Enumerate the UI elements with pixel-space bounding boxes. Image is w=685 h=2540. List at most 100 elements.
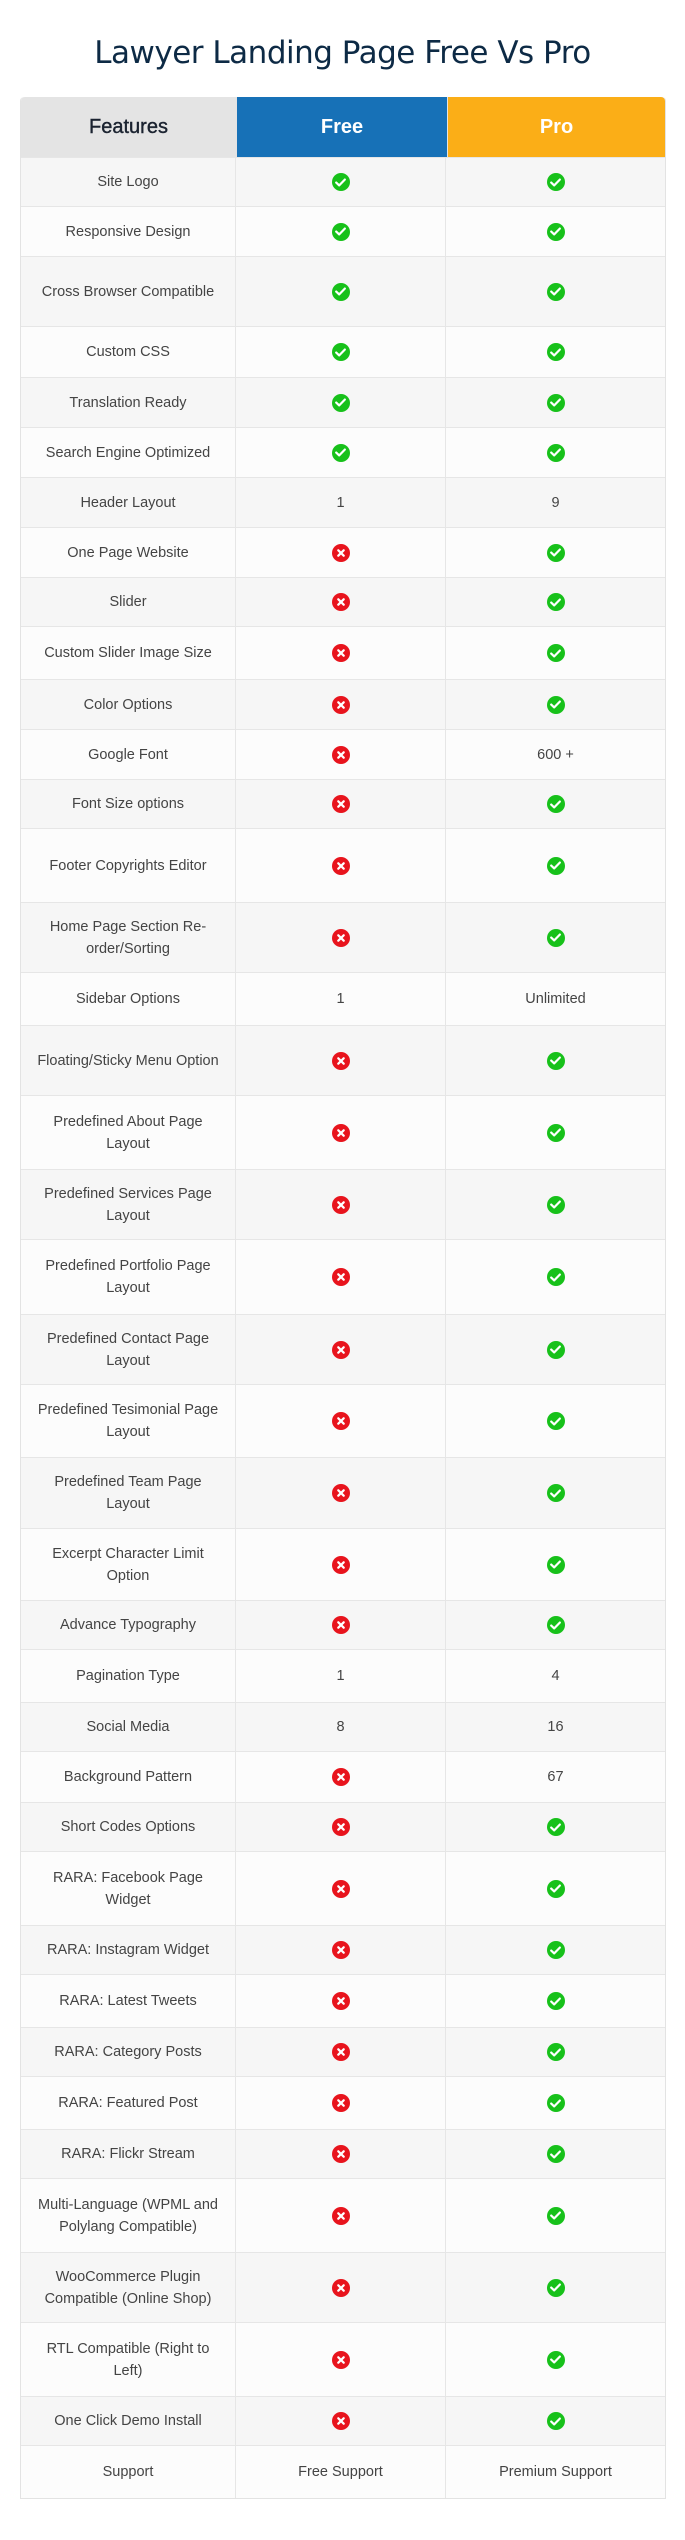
page-title: Lawyer Landing Page Free Vs Pro: [94, 35, 591, 71]
table-row: Background Pattern 67: [21, 1751, 665, 1802]
check-icon: [331, 173, 350, 191]
cross-icon: [331, 1992, 350, 2010]
free-value: [236, 1975, 446, 2027]
free-value: [236, 1752, 446, 1802]
table-row: Predefined Contact Page Layout: [21, 1314, 665, 1384]
free-value: [236, 1458, 446, 1528]
table-row: Slider: [21, 577, 665, 626]
pro-value: [446, 158, 665, 206]
table-row: RARA: Category Posts: [21, 2027, 665, 2076]
cross-icon: [331, 1818, 350, 1836]
check-icon: [546, 173, 565, 191]
free-value: [236, 528, 446, 577]
free-value: [236, 428, 446, 477]
feature-name: Slider: [21, 578, 236, 626]
check-icon: [546, 1051, 565, 1070]
check-icon: [546, 1340, 565, 1359]
pro-value: [446, 1975, 665, 2027]
feature-name: Predefined Team Page Layout: [21, 1458, 236, 1528]
pro-value: [446, 428, 665, 477]
feature-name: RARA: Facebook Page Widget: [21, 1852, 236, 1925]
feature-name: Short Codes Options: [21, 1803, 236, 1851]
free-value: 1: [236, 478, 446, 527]
pro-value: [446, 578, 665, 626]
cross-icon: [331, 1123, 350, 1142]
table-row: RARA: Latest Tweets: [21, 1974, 665, 2027]
pro-value: [446, 1803, 665, 1851]
table-row: Cross Browser Compatible: [21, 256, 665, 326]
table-row: Predefined Team Page Layout: [21, 1457, 665, 1528]
check-icon: [546, 2206, 565, 2225]
check-icon: [546, 2043, 565, 2061]
feature-name: Predefined Tesimonial Page Layout: [21, 1385, 236, 1457]
free-value: 1: [236, 973, 446, 1025]
cross-icon: [331, 2094, 350, 2112]
check-icon: [546, 1195, 565, 1214]
free-value: [236, 257, 446, 326]
free-value: [236, 780, 446, 828]
feature-name: Responsive Design: [21, 207, 236, 256]
free-value: 1: [236, 1650, 446, 1702]
table-row: Header Layout 1 9: [21, 477, 665, 527]
table-row: Custom CSS: [21, 326, 665, 377]
check-icon: [546, 1412, 565, 1430]
table-row: Pagination Type 1 4: [21, 1649, 665, 1702]
pro-value: [446, 207, 665, 256]
table-row: Google Font 600 +: [21, 729, 665, 779]
pro-value: Unlimited: [525, 991, 586, 1007]
feature-name: Predefined About Page Layout: [21, 1096, 236, 1169]
check-icon: [546, 2145, 565, 2163]
feature-name: RARA: Latest Tweets: [21, 1975, 236, 2027]
pro-value: [446, 680, 665, 729]
pro-value: [446, 2397, 665, 2445]
table-row: Custom Slider Image Size: [21, 626, 665, 679]
header-free: Free: [237, 97, 448, 157]
feature-name: Color Options: [21, 680, 236, 729]
check-icon: [331, 222, 350, 241]
check-icon: [546, 2278, 565, 2297]
cross-icon: [331, 644, 350, 662]
feature-name: Translation Ready: [21, 378, 236, 427]
pro-value: 9: [551, 494, 560, 511]
pro-value: 4: [551, 1668, 560, 1684]
feature-name: RARA: Instagram Widget: [21, 1926, 236, 1974]
table-row: Footer Copyrights Editor: [21, 828, 665, 902]
pro-value: [446, 1529, 665, 1600]
free-value: [236, 1803, 446, 1851]
check-icon: [546, 1268, 565, 1286]
feature-name: Sidebar Options: [21, 973, 236, 1025]
free-value: Free Support: [236, 2446, 446, 2498]
check-icon: [546, 393, 565, 412]
table-row: Excerpt Character Limit Option: [21, 1528, 665, 1600]
header-features: Features: [21, 97, 237, 157]
cross-icon: [331, 2278, 350, 2297]
free-value: [236, 207, 446, 256]
free-value: [236, 730, 446, 779]
feature-name: Advance Typography: [21, 1601, 236, 1649]
pro-value: 600 +: [537, 746, 574, 763]
cross-icon: [331, 2412, 350, 2430]
check-icon: [331, 282, 350, 301]
free-value: [236, 829, 446, 902]
free-value: [236, 680, 446, 729]
table-row: Predefined About Page Layout: [21, 1095, 665, 1169]
table-row: Predefined Tesimonial Page Layout: [21, 1384, 665, 1457]
feature-name: One Click Demo Install: [21, 2397, 236, 2445]
cross-icon: [331, 795, 350, 813]
free-value: [236, 2130, 446, 2178]
check-icon: [546, 1616, 565, 1634]
table-row: Sidebar Options 1 Unlimited: [21, 972, 665, 1025]
pro-value: 16: [547, 1719, 564, 1735]
feature-name: One Page Website: [21, 528, 236, 577]
free-value: [236, 2028, 446, 2076]
free-value: [236, 378, 446, 427]
feature-name: Cross Browser Compatible: [21, 257, 236, 326]
table-row: RTL Compatible (Right to Left): [21, 2322, 665, 2396]
cross-icon: [331, 1768, 350, 1786]
feature-name: Support: [21, 2446, 236, 2498]
free-value: [236, 2077, 446, 2129]
pro-value: [446, 257, 665, 326]
feature-name: Home Page Section Re-order/Sorting: [21, 903, 236, 972]
free-value: [236, 627, 446, 679]
table-row: Home Page Section Re-order/Sorting: [21, 902, 665, 972]
